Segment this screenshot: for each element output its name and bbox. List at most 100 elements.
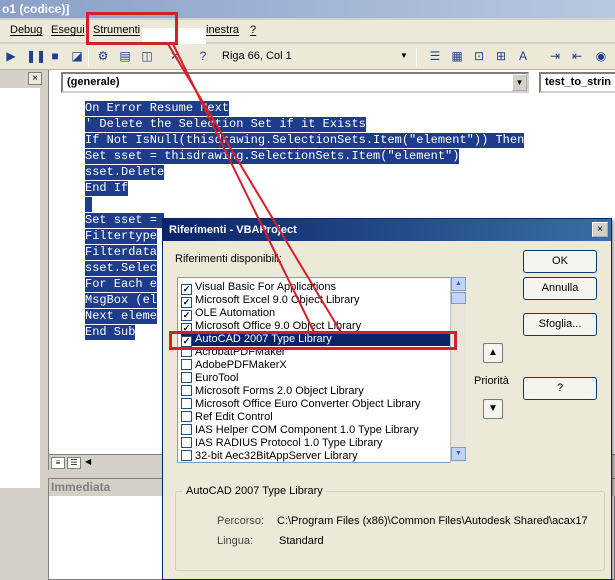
priority-label: Priorità bbox=[474, 375, 509, 387]
outdent-icon[interactable]: ⇤ bbox=[570, 49, 584, 63]
reference-name: Visual Basic For Applications bbox=[195, 281, 337, 293]
procedure-view-icon[interactable]: ≡ bbox=[51, 457, 65, 469]
annotation-box-reference bbox=[169, 331, 457, 350]
code-line[interactable]: sset.Delete bbox=[85, 165, 165, 180]
toggle-breakpoint-icon[interactable]: ◉ bbox=[594, 49, 608, 63]
reference-name: IAS Helper COM Component 1.0 Type Librar… bbox=[195, 424, 419, 436]
code-line[interactable]: ' Delete the Selection Set if it Exists bbox=[85, 117, 366, 132]
reference-item[interactable]: Microsoft Office Euro Converter Object L… bbox=[181, 398, 420, 411]
complete-word-icon[interactable]: A bbox=[516, 49, 530, 63]
reference-name: OLE Automation bbox=[195, 307, 276, 319]
scroll-left-icon[interactable]: ◀ bbox=[85, 457, 91, 466]
help-button[interactable]: ? bbox=[523, 377, 597, 400]
project-explorer-icon[interactable]: ⚙ bbox=[96, 49, 110, 63]
help-icon[interactable]: ? bbox=[196, 49, 210, 63]
reference-item[interactable]: EuroTool bbox=[181, 372, 238, 385]
menu-help[interactable]: ? bbox=[250, 24, 256, 36]
dialog-title: Riferimenti - VBAProject bbox=[163, 219, 611, 241]
indent-icon[interactable]: ⇥ bbox=[548, 49, 562, 63]
scroll-thumb[interactable] bbox=[451, 292, 466, 304]
menu-esegui[interactable]: Esegui bbox=[51, 24, 85, 36]
code-line[interactable]: Set sset = bbox=[85, 213, 165, 228]
path-value: C:\Program Files (x86)\Common Files\Auto… bbox=[277, 515, 588, 527]
reference-name: EuroTool bbox=[195, 372, 239, 384]
list-constants-icon[interactable]: ▦ bbox=[450, 49, 464, 63]
annotation-box-menu bbox=[86, 12, 178, 45]
dialog-close-button[interactable]: × bbox=[592, 222, 608, 237]
scroll-up-icon[interactable]: ▲ bbox=[451, 277, 466, 291]
code-line[interactable]: Filterdata bbox=[85, 245, 158, 260]
parameter-info-icon[interactable]: ⊞ bbox=[494, 49, 508, 63]
checkbox[interactable] bbox=[181, 437, 192, 448]
code-line[interactable]: End If bbox=[85, 181, 129, 196]
reference-item[interactable]: ✓ Microsoft Excel 9.0 Object Library bbox=[181, 294, 360, 308]
references-dialog: Riferimenti - VBAProject × Riferimenti d… bbox=[162, 218, 612, 580]
design-mode-icon[interactable]: ◪ bbox=[70, 49, 84, 63]
ok-button[interactable]: OK bbox=[523, 250, 597, 273]
reference-name: Microsoft Excel 9.0 Object Library bbox=[195, 294, 360, 306]
object-browser-icon[interactable]: ◫ bbox=[140, 49, 154, 63]
procedure-combo[interactable]: test_to_strin bbox=[539, 72, 615, 93]
properties-icon[interactable]: ▤ bbox=[118, 49, 132, 63]
checkbox[interactable] bbox=[181, 385, 192, 396]
reference-item[interactable]: 32-bit Aec32BitAppServer Library bbox=[181, 450, 358, 463]
run-icon[interactable]: ▶ bbox=[4, 49, 18, 63]
reference-item[interactable]: Microsoft Forms 2.0 Object Library bbox=[181, 385, 364, 398]
object-combo[interactable]: (generale) ▼ bbox=[61, 72, 529, 93]
checkbox[interactable] bbox=[181, 372, 192, 383]
reference-item[interactable]: IAS Helper COM Component 1.0 Type Librar… bbox=[181, 424, 419, 437]
chevron-down-icon[interactable]: ▼ bbox=[512, 74, 527, 91]
procedure-combo-value: test_to_strin bbox=[545, 76, 612, 88]
reference-info-title: AutoCAD 2007 Type Library bbox=[183, 485, 326, 497]
available-references-label: Riferimenti disponibili: bbox=[175, 253, 282, 265]
menu-debug[interactable]: Debug bbox=[10, 24, 42, 36]
language-value: Standard bbox=[279, 535, 324, 547]
references-scrollbar[interactable]: ▲ ▼ bbox=[450, 277, 466, 463]
browse-button[interactable]: Sfoglia... bbox=[523, 313, 597, 336]
reference-item[interactable]: ✓ Visual Basic For Applications bbox=[181, 281, 337, 295]
code-line[interactable]: End Sub bbox=[85, 325, 136, 340]
module-view-icon[interactable]: ☰ bbox=[67, 457, 81, 469]
reference-name: AdobePDFMakerX bbox=[195, 359, 287, 371]
list-properties-icon[interactable]: ☰ bbox=[428, 49, 442, 63]
toolbar-dropdown-icon[interactable]: ▼ bbox=[400, 51, 408, 60]
object-combo-value: (generale) bbox=[67, 76, 120, 88]
window-title: o1 (codice)] bbox=[2, 2, 70, 16]
cursor-position: Riga 66, Col 1 bbox=[222, 50, 292, 62]
code-line[interactable]: On Error Resume Next bbox=[85, 101, 230, 116]
stop-icon[interactable]: ■ bbox=[48, 49, 62, 63]
code-line[interactable]: MsgBox (el bbox=[85, 293, 158, 308]
reference-item[interactable]: AdobePDFMakerX bbox=[181, 359, 287, 372]
priority-up-button[interactable]: ▲ bbox=[483, 343, 503, 363]
reference-item[interactable]: Ref Edit Control bbox=[181, 411, 273, 424]
checkbox[interactable] bbox=[181, 424, 192, 435]
path-label: Percorso: bbox=[217, 515, 265, 527]
quick-info-icon[interactable]: ⊡ bbox=[472, 49, 486, 63]
checkbox[interactable] bbox=[181, 359, 192, 370]
code-line[interactable]: Next eleme bbox=[85, 309, 158, 324]
checkbox[interactable] bbox=[181, 398, 192, 409]
priority-down-button[interactable]: ▼ bbox=[483, 399, 503, 419]
menu-finestra[interactable]: inestra bbox=[206, 24, 239, 36]
close-icon[interactable]: × bbox=[28, 72, 42, 85]
checkbox[interactable] bbox=[181, 450, 192, 461]
code-line[interactable]: If Not IsNull(thisdrawing.SelectionSets.… bbox=[85, 133, 525, 148]
checkbox[interactable] bbox=[181, 411, 192, 422]
references-list[interactable]: ✓ Visual Basic For Applications ✓ Microsoft… bbox=[177, 277, 465, 463]
toolbox-icon[interactable]: ✕ bbox=[168, 49, 182, 63]
code-line[interactable] bbox=[85, 197, 93, 212]
project-tree[interactable] bbox=[0, 88, 40, 488]
reference-item[interactable]: IAS RADIUS Protocol 1.0 Type Library bbox=[181, 437, 383, 450]
project-pane: × bbox=[0, 70, 44, 580]
reference-name: Microsoft Office Euro Converter Object L… bbox=[195, 398, 421, 410]
code-line[interactable]: Filtertype bbox=[85, 229, 158, 244]
reference-name: IAS RADIUS Protocol 1.0 Type Library bbox=[195, 437, 383, 449]
pause-icon[interactable]: ❚❚ bbox=[26, 49, 46, 63]
language-label: Lingua: bbox=[217, 535, 254, 547]
scroll-down-icon[interactable]: ▼ bbox=[451, 447, 466, 461]
code-line[interactable]: sset.Selec bbox=[85, 261, 158, 276]
code-line[interactable]: For Each e bbox=[85, 277, 158, 292]
cancel-button[interactable]: Annulla bbox=[523, 277, 597, 300]
reference-item[interactable]: ✓ OLE Automation bbox=[181, 307, 276, 321]
code-line[interactable]: Set sset = thisdrawing.SelectionSets.Ite… bbox=[85, 149, 460, 164]
